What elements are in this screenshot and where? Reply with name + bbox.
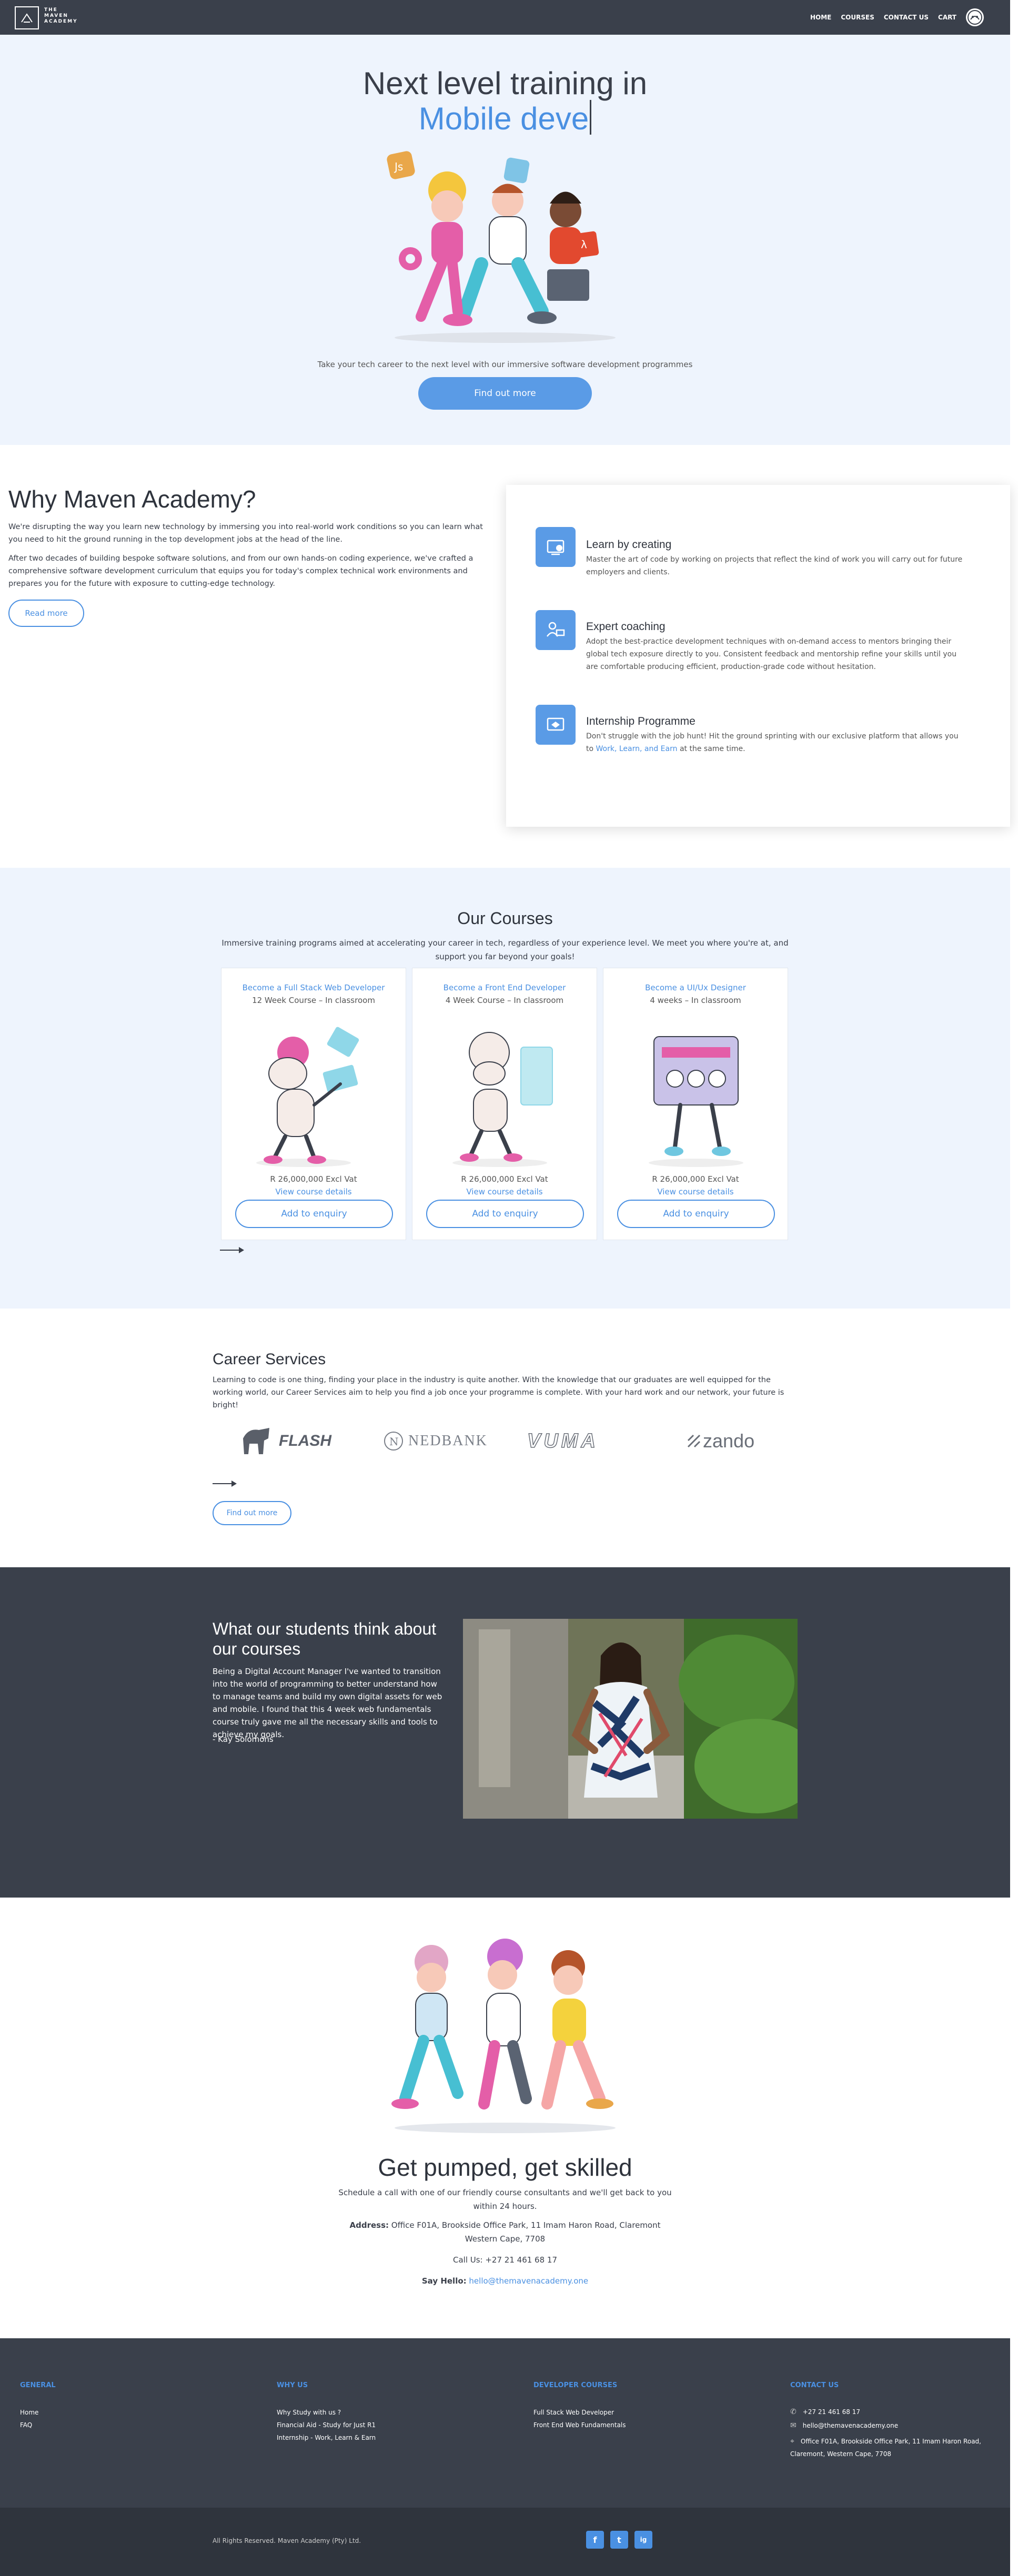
course-illustration bbox=[235, 1016, 393, 1173]
view-course-details-link[interactable]: View course details bbox=[603, 1187, 788, 1196]
location-icon: ⌖ bbox=[790, 2437, 794, 2446]
svg-text:Js: Js bbox=[394, 160, 403, 173]
why-title: Why Maven Academy? bbox=[8, 485, 256, 513]
nav-link-courses[interactable]: COURSES bbox=[841, 14, 874, 21]
feature-desc-learn: Master the art of code by working on pro… bbox=[586, 555, 963, 576]
footer-link-internship[interactable]: Internship - Work, Learn & Earn bbox=[277, 2434, 376, 2441]
course-card[interactable]: Become a UI/Ux Designer 4 weeks – In cla… bbox=[603, 968, 788, 1240]
logo-icon[interactable] bbox=[15, 6, 39, 29]
view-course-details-link[interactable]: View course details bbox=[412, 1187, 597, 1196]
hero-illustration: Js λ bbox=[368, 143, 642, 348]
partner-zando-logo: zando bbox=[687, 1420, 754, 1462]
testimonial-author: - Kay Solomons bbox=[213, 1735, 274, 1744]
twitter-icon[interactable]: t bbox=[610, 2531, 628, 2549]
course-price: R 26,000,000 Excl Vat bbox=[270, 1174, 357, 1184]
courses-next-arrow-icon[interactable] bbox=[220, 1247, 244, 1253]
footer-link-financial-aid[interactable]: Financial Aid - Study for Just R1 bbox=[277, 2421, 376, 2429]
copyright: All Rights Reserved. Maven Academy (Pty)… bbox=[213, 2537, 361, 2544]
footer-link-full-stack[interactable]: Full Stack Web Developer bbox=[533, 2409, 614, 2416]
testimonial-photo bbox=[463, 1619, 798, 1819]
nav-link-home[interactable]: HOME bbox=[810, 14, 831, 21]
course-illustration bbox=[617, 1016, 775, 1173]
footer-heading-why: WHY US bbox=[277, 2381, 308, 2389]
feature-title-learn: Learn by creating bbox=[586, 539, 672, 551]
feature-title-internship: Internship Programme bbox=[586, 715, 696, 727]
testimonial-title: What our students think about our course… bbox=[213, 1619, 437, 1658]
work-learn-earn-link[interactable]: Work, Learn, and Earn bbox=[596, 745, 678, 753]
course-meta: 4 weeks – In classroom bbox=[650, 996, 741, 1005]
instagram-icon[interactable]: ig bbox=[634, 2531, 652, 2549]
nav-links: HOME COURSES CONTACT US CART bbox=[810, 8, 984, 26]
footer-phone[interactable]: ✆ +27 21 461 68 17 bbox=[790, 2408, 860, 2416]
facebook-icon[interactable]: f bbox=[586, 2531, 604, 2549]
career-find-out-more-button[interactable]: Find out more bbox=[213, 1501, 291, 1525]
career-title: Career Services bbox=[213, 1351, 326, 1368]
partner-flash-logo: FLASH bbox=[238, 1420, 331, 1462]
footer-bottom-bar bbox=[0, 2508, 1010, 2576]
course-title[interactable]: Become a UI/Ux Designer bbox=[603, 983, 788, 992]
feature-title-coaching: Expert coaching bbox=[586, 621, 666, 633]
cta-title: Get pumped, get skilled bbox=[378, 2154, 632, 2181]
add-to-enquiry-button[interactable]: Add to enquiry bbox=[235, 1200, 393, 1228]
cta-email-link[interactable]: hello@themavenacademy.one bbox=[469, 2276, 588, 2286]
nav-link-cart[interactable]: CART bbox=[938, 14, 956, 21]
course-meta: 4 Week Course – In classroom bbox=[445, 996, 564, 1005]
footer-link-home[interactable]: Home bbox=[20, 2409, 38, 2416]
course-price: R 26,000,000 Excl Vat bbox=[652, 1174, 739, 1184]
course-card[interactable]: Become a Full Stack Web Developer 12 Wee… bbox=[221, 968, 406, 1240]
avatar[interactable] bbox=[966, 8, 984, 26]
course-illustration bbox=[426, 1016, 584, 1173]
svg-text:N: N bbox=[389, 1435, 399, 1448]
footer-heading-courses: DEVELOPER COURSES bbox=[533, 2381, 618, 2389]
footer-heading-general: GENERAL bbox=[20, 2381, 56, 2389]
expert-coaching-icon bbox=[536, 610, 576, 650]
course-card[interactable]: Become a Front End Developer 4 Week Cour… bbox=[412, 968, 597, 1240]
partner-nedbank-logo: N NEDBANK bbox=[383, 1420, 488, 1462]
cta-email: Say Hello: hello@themavenacademy.one bbox=[421, 2276, 589, 2286]
footer-heading-contact: CONTACT US bbox=[790, 2381, 839, 2389]
phone-icon: ✆ bbox=[790, 2408, 797, 2416]
logo-text: THE MAVEN ACADEMY bbox=[44, 7, 78, 24]
top-navbar: THE MAVEN ACADEMY HOME COURSES CONTACT US … bbox=[0, 0, 1010, 35]
course-price: R 26,000,000 Excl Vat bbox=[461, 1174, 548, 1184]
courses-title: Our Courses bbox=[457, 909, 553, 928]
internship-icon bbox=[536, 705, 576, 745]
cta-address: Address: Office F01A, Brookside Office P… bbox=[349, 2220, 661, 2244]
feature-desc-coaching: Adopt the best-practice development tech… bbox=[586, 637, 957, 671]
why-paragraph-1: We're disrupting the way you learn new t… bbox=[8, 523, 483, 544]
cta-description: Schedule a call with one of our friendly… bbox=[338, 2188, 672, 2211]
course-title[interactable]: Become a Full Stack Web Developer bbox=[221, 983, 406, 992]
nav-link-contact[interactable]: CONTACT US bbox=[884, 14, 929, 21]
course-meta: 12 Week Course – In classroom bbox=[252, 996, 375, 1005]
testimonial-body: Being a Digital Account Manager I've wan… bbox=[213, 1667, 442, 1739]
career-subtitle: Learning to code is one thing, finding y… bbox=[213, 1376, 784, 1409]
courses-subtitle: Immersive training programs aimed at acc… bbox=[221, 938, 789, 961]
add-to-enquiry-button[interactable]: Add to enquiry bbox=[426, 1200, 584, 1228]
career-next-arrow-icon[interactable] bbox=[213, 1480, 237, 1487]
feature-desc-internship: Don't struggle with the job hunt! Hit th… bbox=[586, 732, 959, 753]
hero-title: Next level training in bbox=[362, 66, 648, 101]
mail-icon: ✉ bbox=[790, 2421, 797, 2430]
hero-title-animated: Mobile deve bbox=[0, 100, 1010, 137]
footer-address: ⌖ Office F01A, Brookside Office Park, 11 … bbox=[790, 2437, 981, 2458]
view-course-details-link[interactable]: View course details bbox=[221, 1187, 406, 1196]
cta-call: Call Us: +27 21 461 68 17 bbox=[452, 2255, 557, 2265]
footer-email[interactable]: ✉ hello@themavenacademy.one bbox=[790, 2421, 898, 2430]
read-more-button[interactable]: Read more bbox=[8, 600, 84, 627]
hero-subtitle: Take your tech career to the next level … bbox=[317, 360, 693, 369]
footer-link-why-study[interactable]: Why Study with us ? bbox=[277, 2409, 341, 2416]
partner-vuma-logo: VUMA bbox=[527, 1429, 599, 1453]
svg-text:λ: λ bbox=[581, 238, 587, 251]
footer-link-faq[interactable]: FAQ bbox=[20, 2421, 32, 2429]
learn-by-creating-icon bbox=[536, 527, 576, 567]
course-title[interactable]: Become a Front End Developer bbox=[412, 983, 597, 992]
why-paragraph-2: After two decades of building bespoke so… bbox=[8, 554, 473, 588]
find-out-more-button[interactable]: Find out more bbox=[418, 377, 592, 410]
cta-illustration bbox=[374, 1925, 637, 2135]
add-to-enquiry-button[interactable]: Add to enquiry bbox=[617, 1200, 775, 1228]
footer-link-front-end[interactable]: Front End Web Fundamentals bbox=[533, 2421, 626, 2429]
